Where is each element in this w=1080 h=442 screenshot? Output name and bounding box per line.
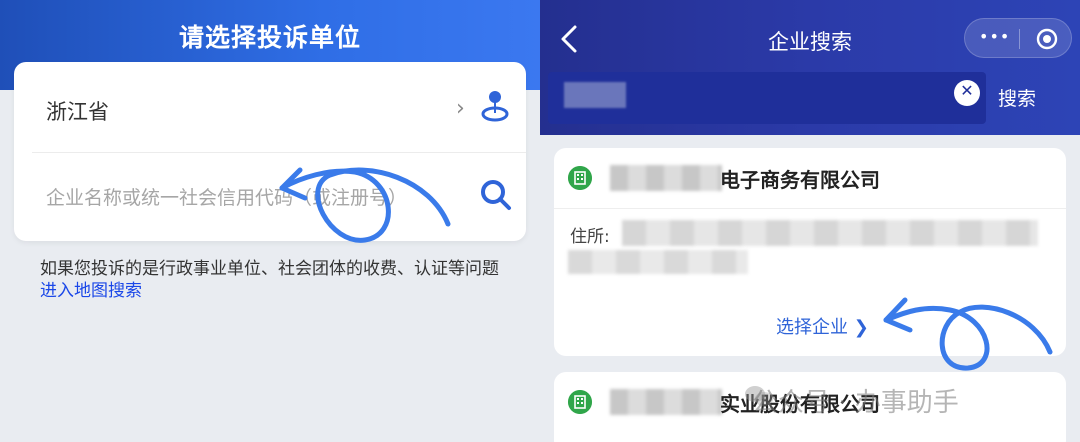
blurred-query	[564, 82, 626, 108]
watermark: 公众号 · 办事助手	[752, 388, 959, 418]
title-prefix: 请选择	[178, 23, 257, 52]
clear-icon: ✕	[960, 81, 974, 100]
map-search-link[interactable]: 进入地图搜索	[40, 281, 142, 301]
note-body: 如果您投诉的是行政事业单位、社会团体的收费、认证等问题	[40, 259, 499, 279]
selection-card: 浙江省 › 企业名称或统一社会信用代码（或注册号）	[14, 62, 526, 241]
province-selector[interactable]: 浙江省 ›	[14, 62, 526, 152]
company-name: 电子商务有限公司	[720, 168, 880, 192]
clear-button[interactable]: ✕	[954, 80, 980, 106]
page-title: 请选择投诉单位	[0, 18, 540, 54]
search-placeholder: 企业名称或统一社会信用代码（或注册号）	[46, 187, 408, 209]
search-input[interactable]	[548, 72, 986, 124]
blurred-company-prefix	[610, 389, 722, 415]
result-header: 电子商务有限公司	[554, 148, 1066, 208]
blurred-company-prefix	[610, 165, 722, 191]
blurred-address	[622, 220, 1038, 246]
right-header: 企业搜索 ••• ✕ 搜索	[540, 0, 1080, 135]
title-highlight: 投诉	[256, 23, 309, 52]
company-search-field[interactable]: 企业名称或统一社会信用代码（或注册号）	[14, 153, 526, 241]
company-search-panel: 企业搜索 ••• ✕ 搜索 电子商务有限公司 住所: 选择企业 ❯ 实业股份有限…	[540, 0, 1080, 442]
chevron-right-icon: ›	[456, 96, 465, 121]
blurred-address-line2	[568, 250, 748, 274]
close-target-icon[interactable]	[1035, 27, 1059, 51]
search-button[interactable]: 搜索	[998, 84, 1036, 111]
miniprogram-capsule: •••	[964, 18, 1072, 58]
search-icon[interactable]	[478, 177, 514, 213]
province-label: 浙江省	[46, 100, 109, 124]
building-icon	[568, 390, 592, 414]
location-pin-icon[interactable]	[480, 88, 510, 124]
building-icon	[568, 166, 592, 190]
result-card: 电子商务有限公司 住所: 选择企业 ❯	[554, 148, 1066, 356]
address-label: 住所:	[570, 227, 610, 247]
capsule-divider	[1019, 29, 1020, 49]
select-company-button[interactable]: 选择企业 ❯	[776, 313, 869, 339]
title-suffix: 单位	[309, 23, 362, 52]
note-text: 如果您投诉的是行政事业单位、社会团体的收费、认证等问题进入地图搜索	[40, 258, 510, 302]
complaint-unit-panel: 请选择投诉单位 浙江省 › 企业名称或统一社会信用代码（或注册号） 如果您投诉的…	[0, 0, 540, 442]
more-icon[interactable]: •••	[979, 27, 1010, 46]
divider	[554, 208, 1066, 209]
